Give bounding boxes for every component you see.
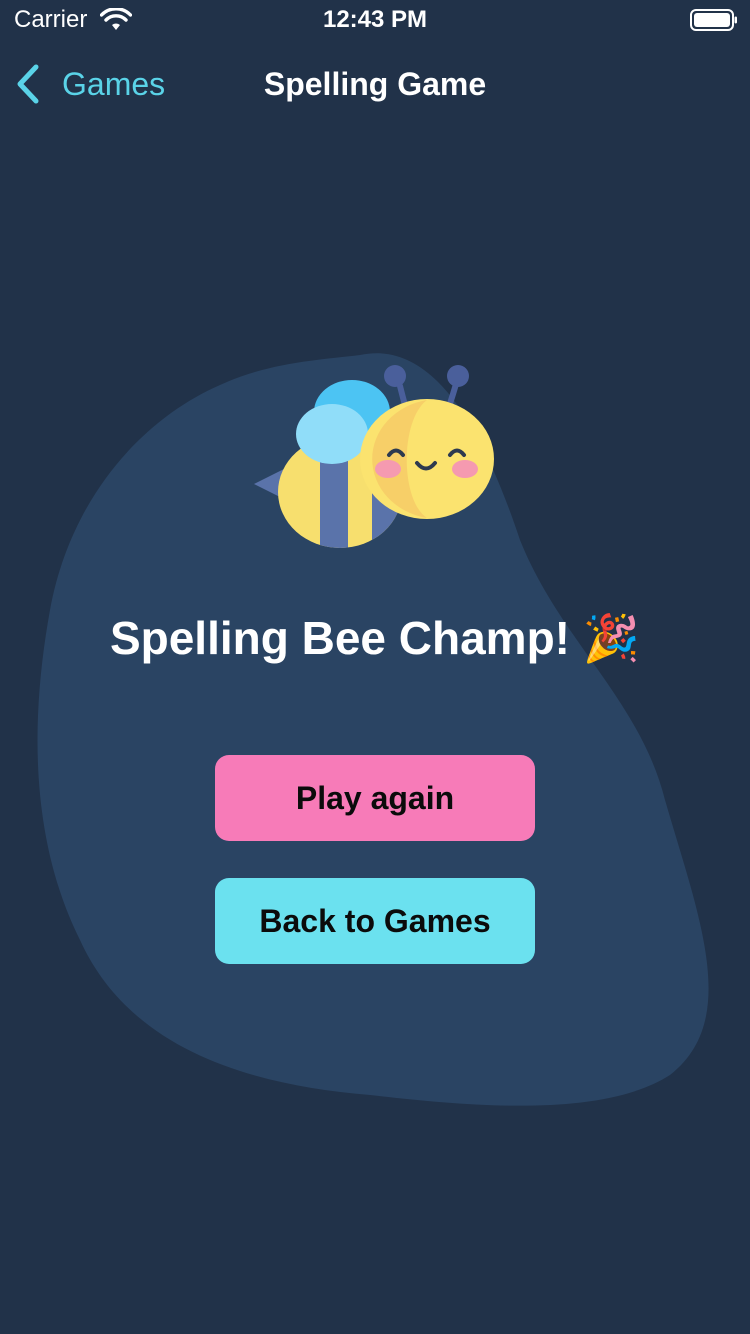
status-time: 12:43 PM	[322, 6, 428, 33]
status-bar: Carrier 12:43 PM	[0, 0, 750, 40]
battery-icon	[690, 9, 737, 31]
navigation-bar: Games Spelling Game	[0, 40, 750, 128]
bee-illustration	[254, 365, 494, 548]
page-title: Spelling Game	[263, 66, 487, 102]
play-again-button[interactable]: Play again	[215, 755, 535, 841]
result-heading: Spelling Bee Champ! 🎉	[109, 612, 641, 664]
back-to-games-button[interactable]: Back to Games	[215, 878, 535, 964]
